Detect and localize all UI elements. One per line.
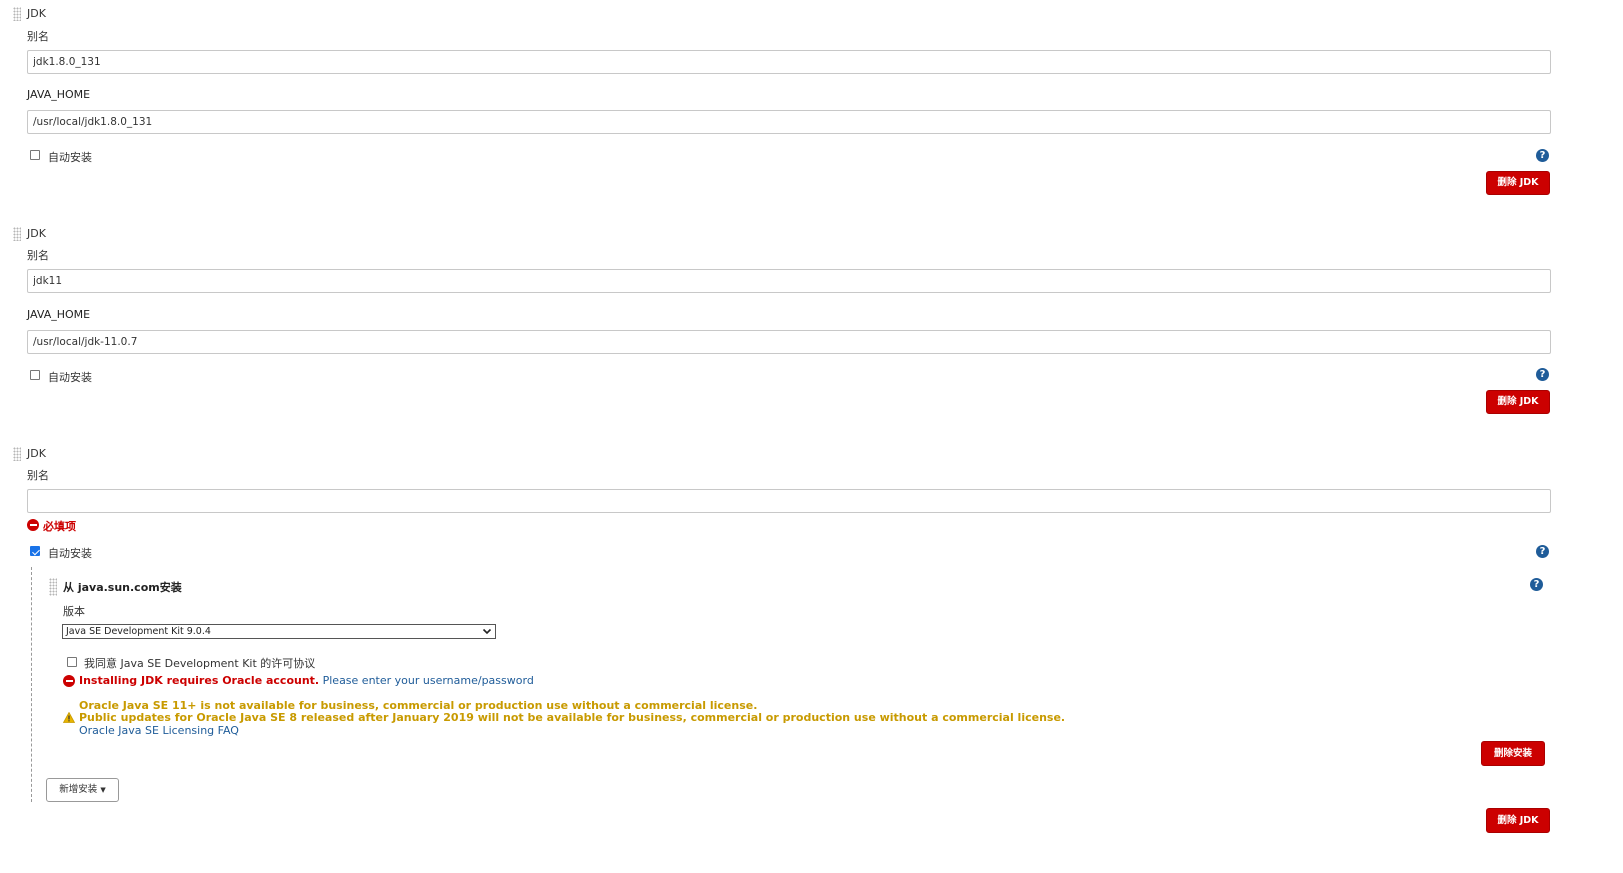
question-circle-icon[interactable]: ? [1536,149,1549,162]
installer-title: 从 java.sun.com安装 [63,581,182,594]
add-installer-button[interactable]: 新增安装 ▼ [46,778,119,802]
delete-installer-button[interactable]: 删除安装 [1481,741,1545,766]
required-error: 必填项 [43,520,76,533]
version-label: 版本 [63,605,85,618]
alias-input[interactable] [27,50,1551,74]
version-select[interactable]: Java SE Development Kit 9.0.4 [62,624,496,639]
jdk-section-title: JDK [27,447,46,460]
caret-down-icon: ▼ [100,786,106,794]
version-select-value: Java SE Development Kit 9.0.4 [66,626,211,637]
delete-jdk-button[interactable]: 删除 JDK [1486,808,1550,833]
auto-install-checkbox[interactable] [30,370,40,380]
licensing-faq-link[interactable]: Oracle Java SE Licensing FAQ [79,724,239,737]
java-home-label: JAVA_HOME [27,88,91,101]
oracle-account-message: Installing JDK requires Oracle account. … [79,674,534,687]
error-circle-icon [27,519,39,531]
chevron-down-icon [482,628,492,635]
installer-nest-line [31,567,32,802]
question-circle-icon[interactable]: ? [1536,368,1549,381]
warning-line-2: Public updates for Oracle Java SE 8 rele… [79,711,1066,724]
add-installer-label: 新增安装 [59,784,98,795]
auto-install-label: 自动安装 [48,547,92,560]
auto-install-label: 自动安装 [48,371,92,384]
drag-handle-icon[interactable] [13,7,21,21]
java-home-input[interactable] [27,330,1551,354]
delete-jdk-button[interactable]: 删除 JDK [1486,171,1550,195]
alias-label: 别名 [27,469,49,482]
drag-handle-icon[interactable] [49,578,57,596]
drag-handle-icon[interactable] [13,227,21,241]
auto-install-checkbox[interactable] [30,150,40,160]
drag-handle-icon[interactable] [13,447,21,461]
question-circle-icon[interactable]: ? [1530,578,1543,591]
oracle-credentials-link[interactable]: Please enter your username/password [323,674,534,687]
auto-install-checkbox[interactable] [30,546,40,556]
license-checkbox[interactable] [67,657,77,667]
license-label: 我同意 Java SE Development Kit 的许可协议 [84,657,316,670]
jdk-section-title: JDK [27,227,46,240]
oracle-account-error: Installing JDK requires Oracle account. [79,674,320,687]
jdk-section-title: JDK [27,7,46,20]
alias-label: 别名 [27,30,49,43]
alias-label: 别名 [27,249,49,262]
auto-install-label: 自动安装 [48,151,92,164]
java-home-input[interactable] [27,110,1551,134]
alias-input[interactable] [27,489,1551,513]
delete-jdk-button[interactable]: 删除 JDK [1486,390,1550,414]
warning-triangle-icon [63,712,75,723]
alias-input[interactable] [27,269,1551,293]
question-circle-icon[interactable]: ? [1536,545,1549,558]
java-home-label: JAVA_HOME [27,308,91,321]
error-circle-icon [63,675,75,687]
